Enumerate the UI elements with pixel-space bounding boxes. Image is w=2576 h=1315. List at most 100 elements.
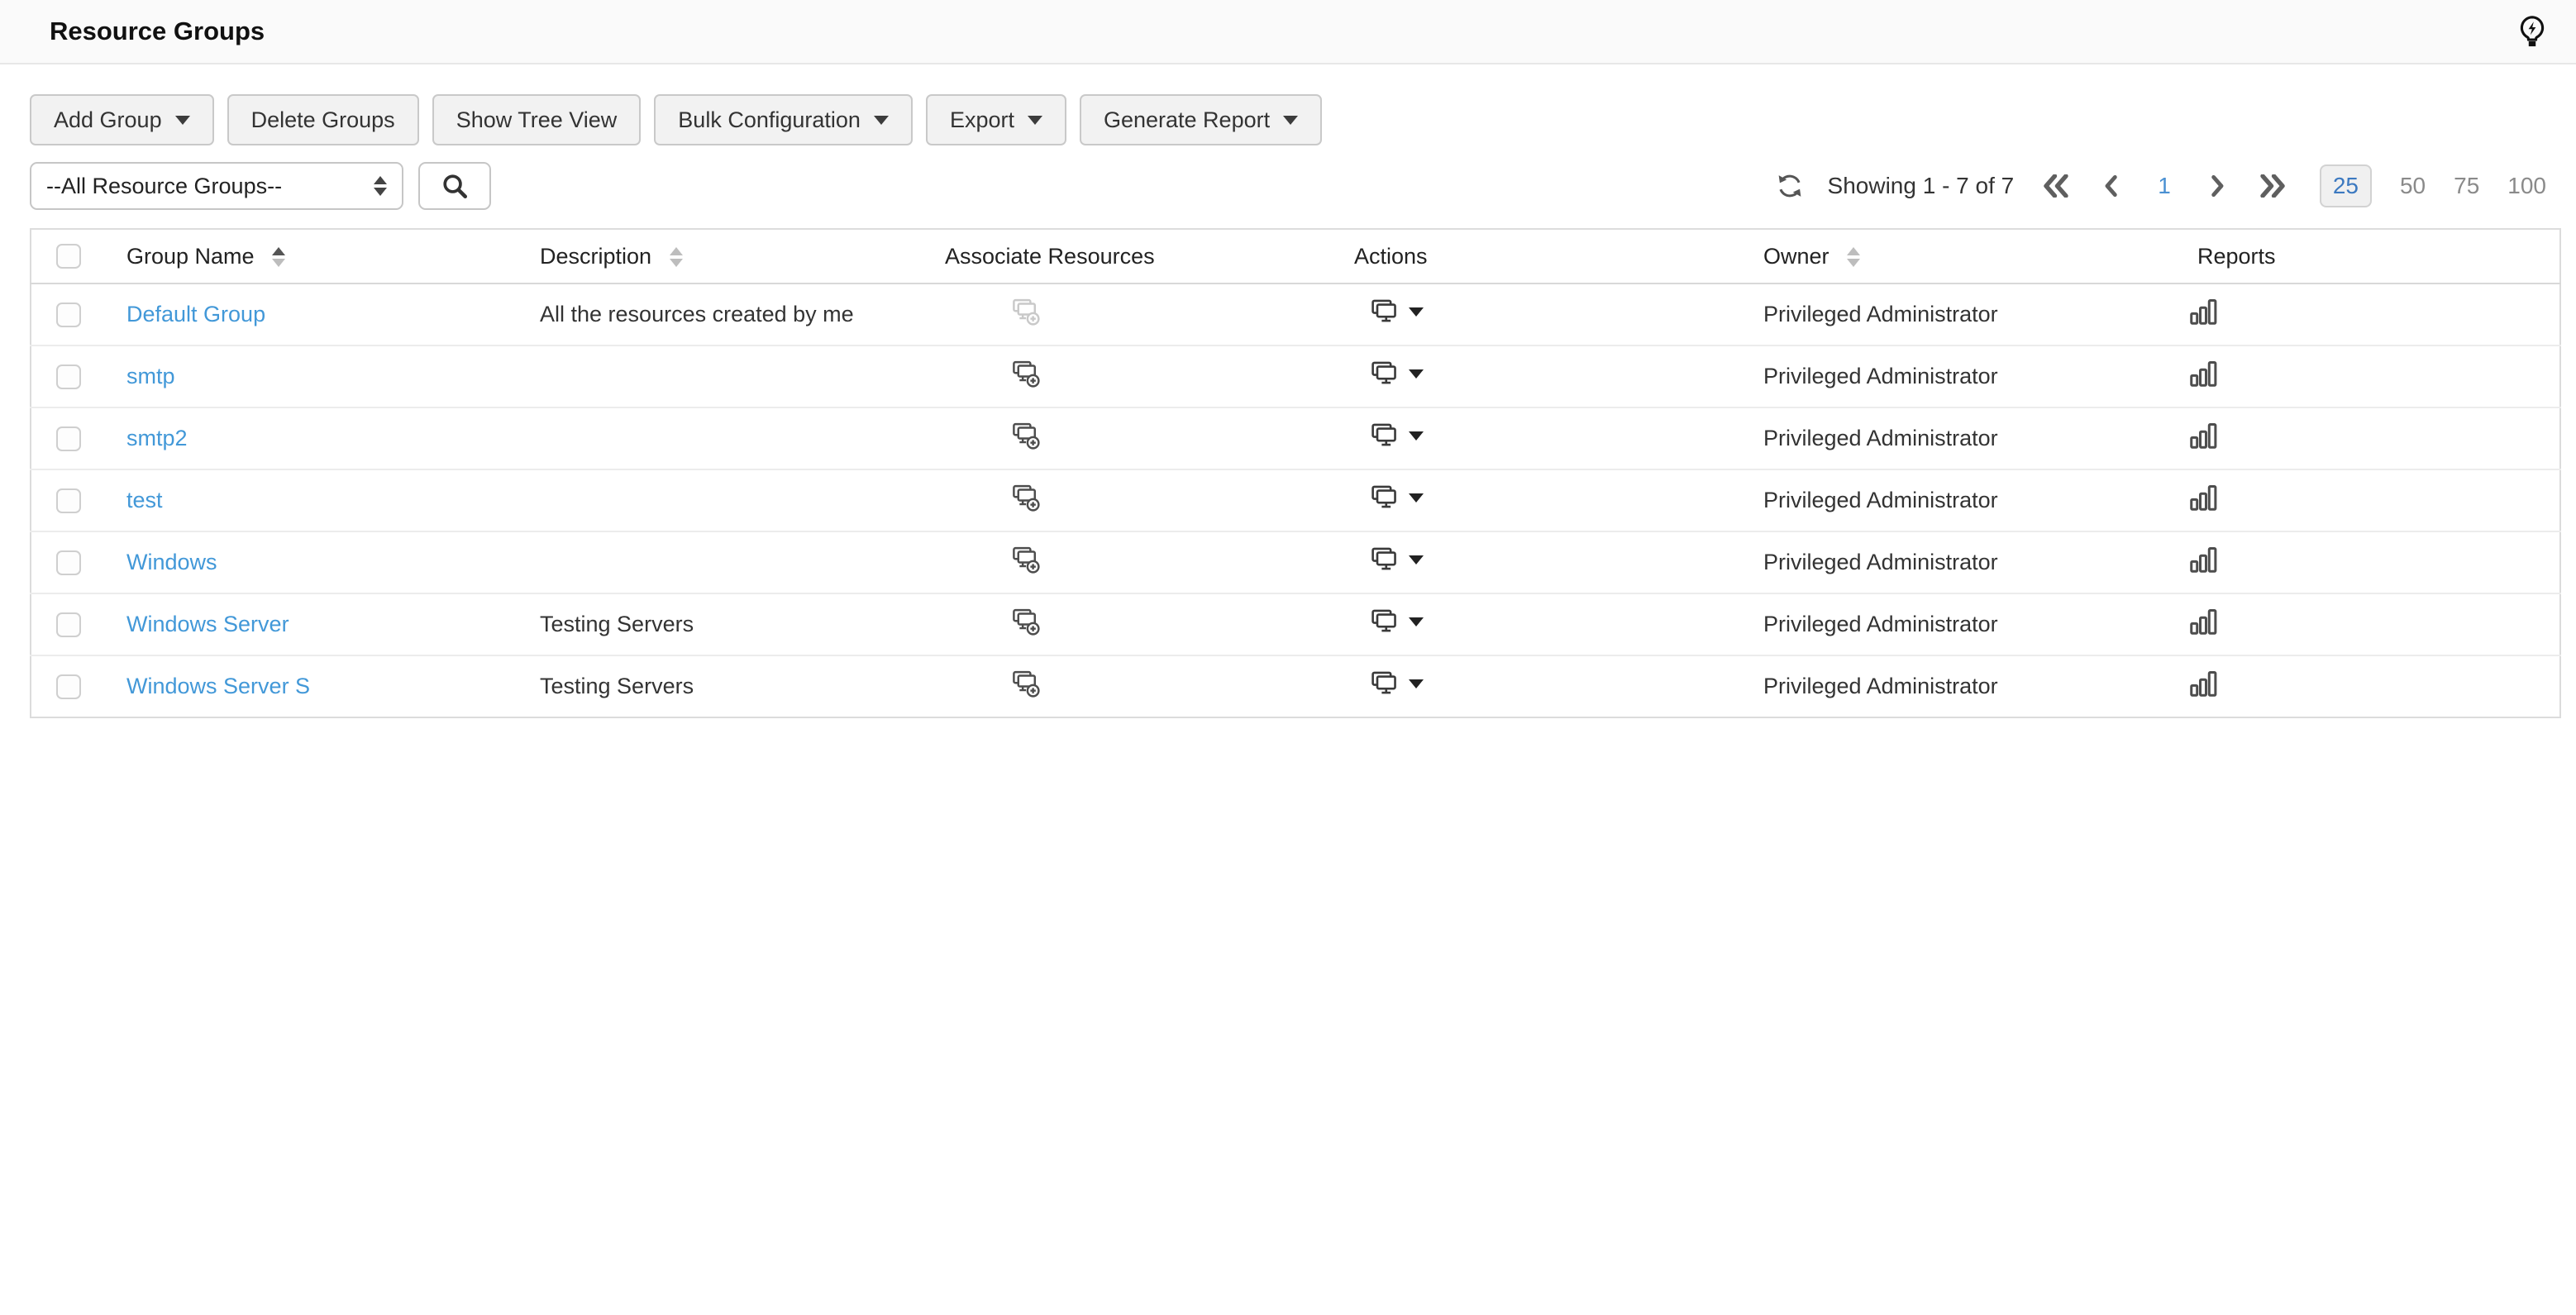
group-description: Testing Servers bbox=[540, 612, 694, 636]
page-size-25[interactable]: 25 bbox=[2319, 164, 2372, 207]
filter-pagination-row: --All Resource Groups-- Showing 1 - 7 of… bbox=[30, 162, 2546, 210]
filter-controls: --All Resource Groups-- bbox=[30, 162, 491, 210]
bulk-configuration-label: Bulk Configuration bbox=[678, 107, 861, 132]
associate-resources-icon bbox=[1009, 295, 1042, 328]
table-row: Windows Privileged Administrator bbox=[31, 531, 2560, 593]
chevron-down-icon bbox=[1283, 115, 1299, 125]
sort-icon-group-name[interactable] bbox=[272, 247, 286, 268]
column-header-description[interactable]: Description bbox=[540, 244, 651, 269]
associate-resources-icon[interactable] bbox=[1009, 419, 1042, 452]
reports-bar-chart-icon[interactable] bbox=[2187, 358, 2219, 389]
export-label: Export bbox=[949, 107, 1014, 132]
last-page-button[interactable] bbox=[2260, 173, 2285, 199]
chevron-down-icon bbox=[1409, 307, 1424, 317]
table-row: Windows Server S Testing Servers Privile… bbox=[31, 655, 2560, 717]
group-owner: Privileged Administrator bbox=[1763, 364, 1998, 388]
actions-menu-icon[interactable] bbox=[1369, 295, 1424, 328]
chevron-down-icon bbox=[1409, 617, 1424, 627]
showing-count-text: Showing 1 - 7 of 7 bbox=[1827, 173, 2015, 198]
page-size-75[interactable]: 75 bbox=[2454, 173, 2479, 199]
current-page-number[interactable]: 1 bbox=[2153, 173, 2176, 199]
chevron-down-icon bbox=[873, 115, 889, 125]
delete-groups-button[interactable]: Delete Groups bbox=[227, 94, 419, 145]
group-owner: Privileged Administrator bbox=[1763, 488, 1998, 512]
group-filter-select-wrap: --All Resource Groups-- bbox=[30, 162, 403, 210]
main-content: Add Group Delete Groups Show Tree View B… bbox=[0, 94, 2576, 718]
group-name-link[interactable]: Default Group bbox=[126, 302, 265, 326]
column-header-group-name[interactable]: Group Name bbox=[126, 244, 255, 269]
group-name-link[interactable]: smtp bbox=[126, 364, 175, 388]
associate-resources-icon[interactable] bbox=[1009, 605, 1042, 638]
chevron-down-icon bbox=[1409, 493, 1424, 503]
group-description: All the resources created by me bbox=[540, 302, 854, 326]
toolbar: Add Group Delete Groups Show Tree View B… bbox=[30, 94, 2546, 145]
select-all-checkbox[interactable] bbox=[55, 244, 81, 269]
associate-resources-icon[interactable] bbox=[1009, 357, 1042, 390]
group-name-link[interactable]: Windows bbox=[126, 550, 217, 574]
page-title: Resource Groups bbox=[50, 17, 265, 45]
row-checkbox[interactable] bbox=[55, 426, 81, 451]
help-lightbulb-icon[interactable] bbox=[2513, 12, 2551, 50]
group-owner: Privileged Administrator bbox=[1763, 426, 1998, 450]
group-name-link[interactable]: Windows Server bbox=[126, 612, 289, 636]
resource-groups-table: Group Name Description Associate Resourc… bbox=[30, 228, 2561, 718]
group-name-link[interactable]: Windows Server S bbox=[126, 674, 310, 698]
table-header-row: Group Name Description Associate Resourc… bbox=[31, 229, 2560, 284]
row-checkbox[interactable] bbox=[55, 674, 81, 699]
actions-menu-icon[interactable] bbox=[1369, 357, 1424, 390]
group-name-link[interactable]: smtp2 bbox=[126, 426, 188, 450]
reports-bar-chart-icon[interactable] bbox=[2187, 606, 2219, 637]
page-size-50[interactable]: 50 bbox=[2400, 173, 2426, 199]
group-name-link[interactable]: test bbox=[126, 488, 163, 512]
export-button[interactable]: Export bbox=[925, 94, 1066, 145]
actions-menu-icon[interactable] bbox=[1369, 605, 1424, 638]
chevron-down-icon bbox=[1409, 431, 1424, 441]
page-size-100[interactable]: 100 bbox=[2507, 173, 2546, 199]
group-filter-select[interactable]: --All Resource Groups-- bbox=[30, 162, 403, 210]
chevron-down-icon bbox=[174, 115, 190, 125]
table-row: Windows Server Testing Servers Privilege… bbox=[31, 593, 2560, 655]
actions-menu-icon[interactable] bbox=[1369, 481, 1424, 514]
previous-page-button[interactable] bbox=[2098, 173, 2123, 199]
reports-bar-chart-icon[interactable] bbox=[2187, 544, 2219, 575]
associate-resources-icon[interactable] bbox=[1009, 667, 1042, 700]
actions-menu-icon[interactable] bbox=[1369, 543, 1424, 576]
associate-resources-icon[interactable] bbox=[1009, 543, 1042, 576]
bulk-configuration-button[interactable]: Bulk Configuration bbox=[654, 94, 913, 145]
associate-resources-icon[interactable] bbox=[1009, 481, 1042, 514]
refresh-icon[interactable] bbox=[1775, 171, 1805, 201]
generate-report-button[interactable]: Generate Report bbox=[1079, 94, 1323, 145]
sort-icon-description[interactable] bbox=[669, 247, 683, 268]
row-checkbox[interactable] bbox=[55, 612, 81, 637]
reports-bar-chart-icon[interactable] bbox=[2187, 482, 2219, 513]
row-checkbox[interactable] bbox=[55, 302, 81, 327]
search-button[interactable] bbox=[418, 162, 491, 210]
table-row: Default Group All the resources created … bbox=[31, 283, 2560, 345]
table-row: test Privileged Administrator bbox=[31, 469, 2560, 531]
table-row: smtp Privileged Administrator bbox=[31, 345, 2560, 407]
chevron-down-icon bbox=[1409, 369, 1424, 379]
show-tree-view-label: Show Tree View bbox=[456, 107, 618, 132]
add-group-button[interactable]: Add Group bbox=[30, 94, 214, 145]
sort-icon-owner[interactable] bbox=[1847, 247, 1861, 268]
chevron-down-icon bbox=[1027, 115, 1042, 125]
pagination: Showing 1 - 7 of 7 1 25 50 75 100 bbox=[1775, 164, 2546, 207]
chevron-down-icon bbox=[1409, 679, 1424, 688]
next-page-button[interactable] bbox=[2206, 173, 2230, 199]
reports-bar-chart-icon[interactable] bbox=[2187, 296, 2219, 327]
row-checkbox[interactable] bbox=[55, 488, 81, 513]
reports-bar-chart-icon[interactable] bbox=[2187, 668, 2219, 699]
actions-menu-icon[interactable] bbox=[1369, 419, 1424, 452]
page-nav: 1 bbox=[2044, 173, 2285, 199]
column-header-actions: Actions bbox=[1354, 243, 1428, 269]
reports-bar-chart-icon[interactable] bbox=[2187, 420, 2219, 451]
group-description: Testing Servers bbox=[540, 674, 694, 698]
first-page-button[interactable] bbox=[2044, 173, 2068, 199]
show-tree-view-button[interactable]: Show Tree View bbox=[432, 94, 642, 145]
generate-report-label: Generate Report bbox=[1103, 107, 1271, 132]
actions-menu-icon[interactable] bbox=[1369, 667, 1424, 700]
row-checkbox[interactable] bbox=[55, 364, 81, 389]
column-header-owner[interactable]: Owner bbox=[1763, 244, 1829, 269]
group-owner: Privileged Administrator bbox=[1763, 612, 1998, 636]
row-checkbox[interactable] bbox=[55, 550, 81, 575]
